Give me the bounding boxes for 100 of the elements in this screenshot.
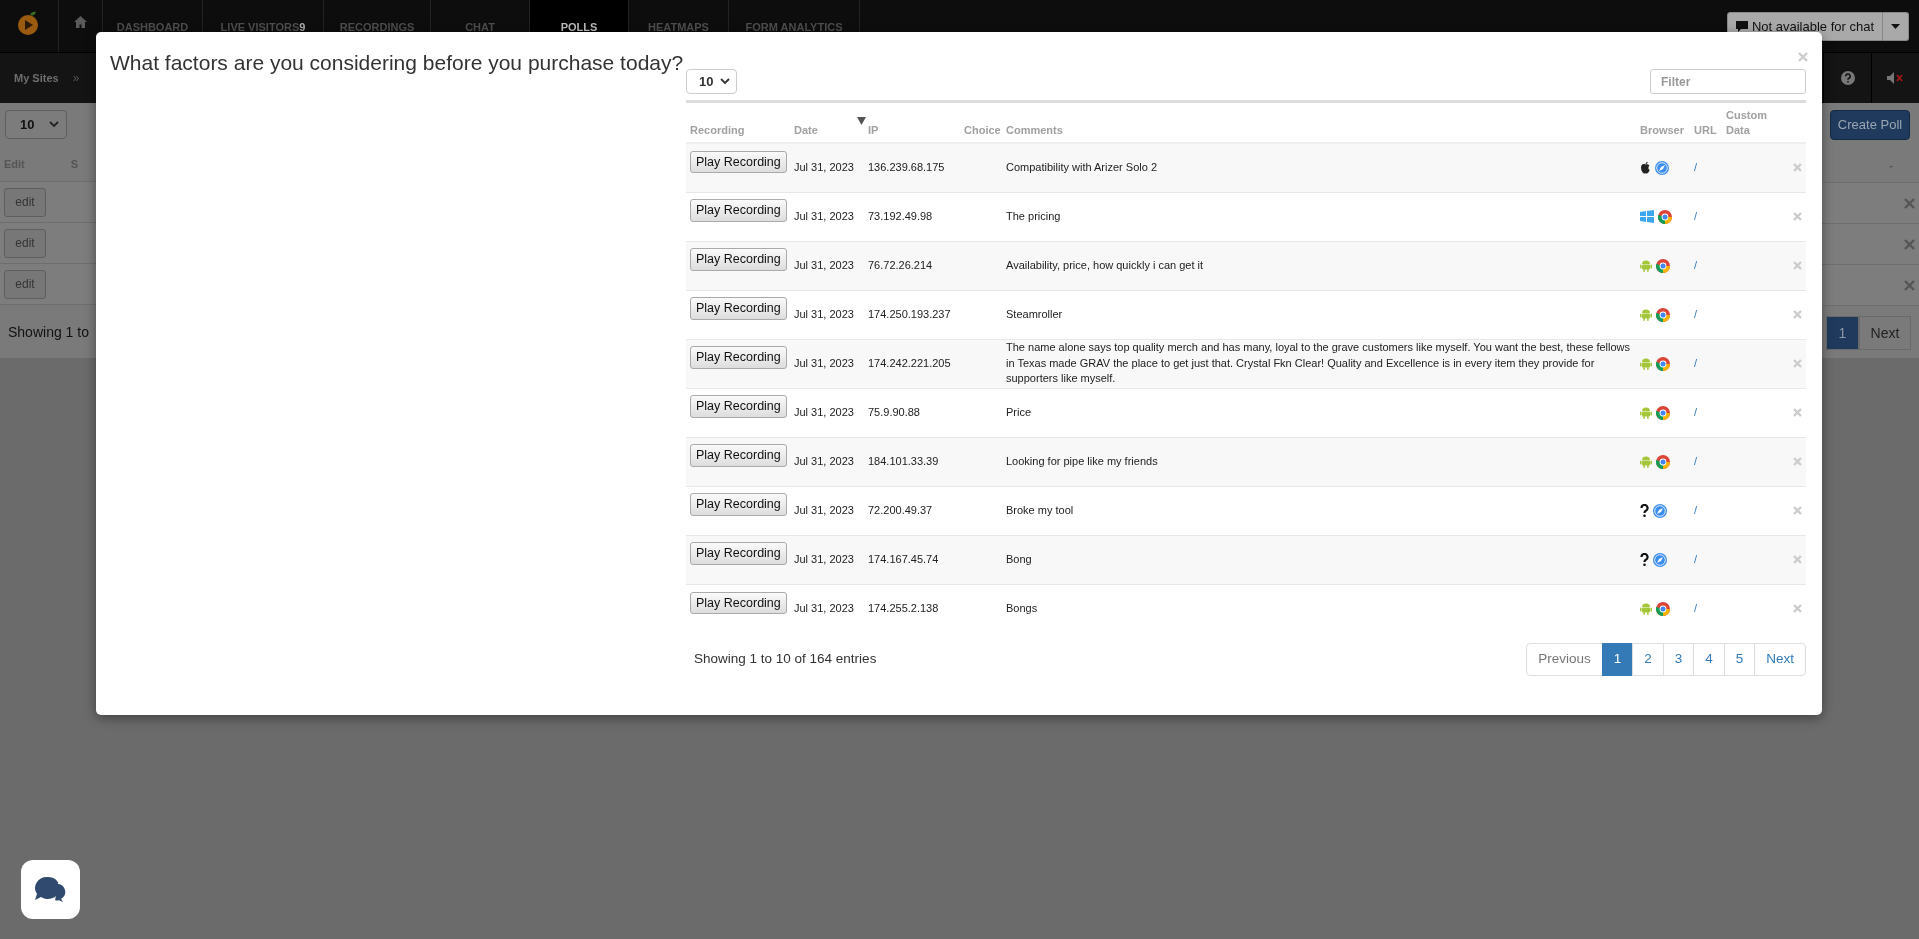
url-link[interactable]: /	[1694, 356, 1698, 369]
table-cell: 184.101.33.39	[864, 437, 960, 486]
close-icon	[1904, 197, 1915, 209]
table-cell: Looking for pipe like my friends	[1002, 437, 1636, 486]
play-recording-button[interactable]: Play Recording	[690, 297, 787, 320]
play-recording-button[interactable]: Play Recording	[690, 199, 787, 222]
android-icon	[1640, 406, 1652, 420]
table-cell: 76.72.26.214	[864, 241, 960, 290]
table-cell: Bongs	[1002, 584, 1636, 633]
table-cell: Jul 31, 2023	[790, 584, 864, 633]
table-cell: Jul 31, 2023	[790, 437, 864, 486]
url-link[interactable]: /	[1694, 209, 1698, 222]
pagination-link[interactable]: 5	[1723, 643, 1756, 676]
pagination-link[interactable]: Next	[1859, 316, 1911, 350]
column-header[interactable]: Date	[794, 122, 860, 137]
chrome-icon	[1656, 356, 1670, 371]
column-header[interactable]: Comments	[1006, 122, 1632, 137]
pagination-link[interactable]: Next	[1754, 643, 1806, 676]
apple-icon	[1640, 161, 1651, 175]
breadcrumb-separator: »	[72, 70, 80, 87]
compass-icon	[1653, 552, 1667, 567]
android-icon	[1640, 602, 1652, 616]
compass-icon	[1655, 160, 1669, 175]
url-link[interactable]: /	[1694, 160, 1698, 173]
column-header[interactable]: Recording	[690, 122, 786, 137]
table-cell: 136.239.68.175	[864, 143, 960, 192]
column-header[interactable]: URL	[1694, 122, 1718, 137]
edit-button[interactable]: edit	[4, 269, 46, 299]
chat-widget-button[interactable]	[21, 860, 80, 919]
close-icon	[1904, 279, 1915, 291]
url-link[interactable]: /	[1694, 405, 1698, 418]
play-recording-button[interactable]: Play Recording	[690, 248, 787, 271]
column-header[interactable]: Browser	[1640, 122, 1686, 137]
close-icon[interactable]	[1798, 52, 1808, 62]
delete-icon[interactable]	[1793, 359, 1802, 369]
pagination-link[interactable]: 3	[1662, 643, 1695, 676]
column-header[interactable]: IP	[868, 122, 956, 137]
android-icon	[1640, 308, 1652, 322]
delete-icon[interactable]	[1793, 310, 1802, 320]
mute-icon[interactable]	[1886, 72, 1905, 84]
speech-bubble-icon	[1735, 21, 1748, 32]
chevron-icon	[720, 78, 730, 85]
url-link[interactable]: /	[1694, 503, 1698, 516]
pagination-link[interactable]: 1	[1826, 316, 1859, 350]
delete-icon[interactable]	[1793, 506, 1802, 516]
column-header[interactable]: Custom Data	[1726, 108, 1776, 137]
edit-button[interactable]: edit	[4, 228, 46, 258]
table-cell: The name alone says top quality merch and has many, loyal to the grave customers like myself. You want the best, these fellows in Texas made GRAV the place to get just that. Crystal Fkn Clear! Quality and Excellence is in every item they provide for supporters like myself.	[1002, 339, 1636, 388]
delete-icon[interactable]	[1793, 212, 1802, 222]
url-link[interactable]: /	[1694, 258, 1698, 271]
url-link[interactable]: /	[1694, 601, 1698, 614]
chrome-icon	[1656, 258, 1670, 273]
delete-icon[interactable]	[1793, 604, 1802, 614]
play-recording-button[interactable]: Play Recording	[690, 591, 787, 614]
chrome-icon	[1658, 209, 1672, 224]
sort-descending-icon	[857, 117, 866, 125]
chevron-icon	[49, 121, 59, 128]
play-recording-button[interactable]: Play Recording	[690, 493, 787, 516]
pagination-link[interactable]: 1	[1601, 643, 1634, 676]
url-link[interactable]: /	[1694, 552, 1698, 565]
entries-info: Showing 1 to 10 of 164 entries	[694, 650, 877, 669]
question-icon	[1640, 553, 1649, 567]
table-cell: Jul 31, 2023	[790, 143, 864, 192]
pagination-link[interactable]: 2	[1632, 643, 1664, 676]
chat-bubbles-icon	[32, 874, 69, 905]
question-icon	[1640, 504, 1649, 518]
play-recording-button[interactable]: Play Recording	[690, 542, 787, 565]
table-cell: Jul 31, 2023	[790, 535, 864, 584]
table-cell: Compatibility with Arizer Solo 2	[1002, 143, 1636, 192]
delete-icon[interactable]	[1793, 261, 1802, 271]
pagination-link[interactable]: 4	[1693, 643, 1725, 676]
play-recording-button[interactable]: Play Recording	[690, 395, 787, 418]
edit-button[interactable]: edit	[4, 187, 46, 217]
play-recording-button[interactable]: Play Recording	[690, 346, 787, 369]
chrome-icon	[1656, 307, 1670, 322]
column-header: -	[1889, 157, 1893, 173]
delete-icon[interactable]	[1793, 163, 1802, 173]
breadcrumb-link[interactable]: My Sites	[14, 69, 59, 87]
filter-field[interactable]: Filter	[1650, 69, 1806, 94]
chrome-icon	[1656, 601, 1670, 616]
table-cell: Jul 31, 2023	[790, 241, 864, 290]
play-recording-button[interactable]: Play Recording	[690, 150, 787, 173]
dropdown-button[interactable]	[1883, 12, 1909, 41]
compass-icon	[1653, 503, 1667, 518]
url-link[interactable]: /	[1694, 307, 1698, 320]
delete-icon[interactable]	[1793, 457, 1802, 467]
modal-title: What factors are you considering before you purchase today?	[109, 50, 685, 76]
chrome-icon	[1656, 405, 1670, 420]
delete-icon[interactable]	[1793, 555, 1802, 565]
help-icon[interactable]	[1840, 71, 1855, 85]
page-size-select[interactable]: 10	[5, 110, 67, 139]
create-poll-button[interactable]: Create Poll	[1830, 110, 1910, 140]
delete-icon[interactable]	[1793, 408, 1802, 418]
page-size-select[interactable]: 10	[686, 69, 737, 94]
url-link[interactable]: /	[1694, 454, 1698, 467]
home-icon[interactable]	[74, 16, 87, 28]
play-recording-button[interactable]: Play Recording	[690, 444, 787, 467]
logo-icon	[17, 10, 41, 36]
table-cell: Jul 31, 2023	[790, 339, 864, 388]
caret-icon	[1891, 24, 1900, 29]
